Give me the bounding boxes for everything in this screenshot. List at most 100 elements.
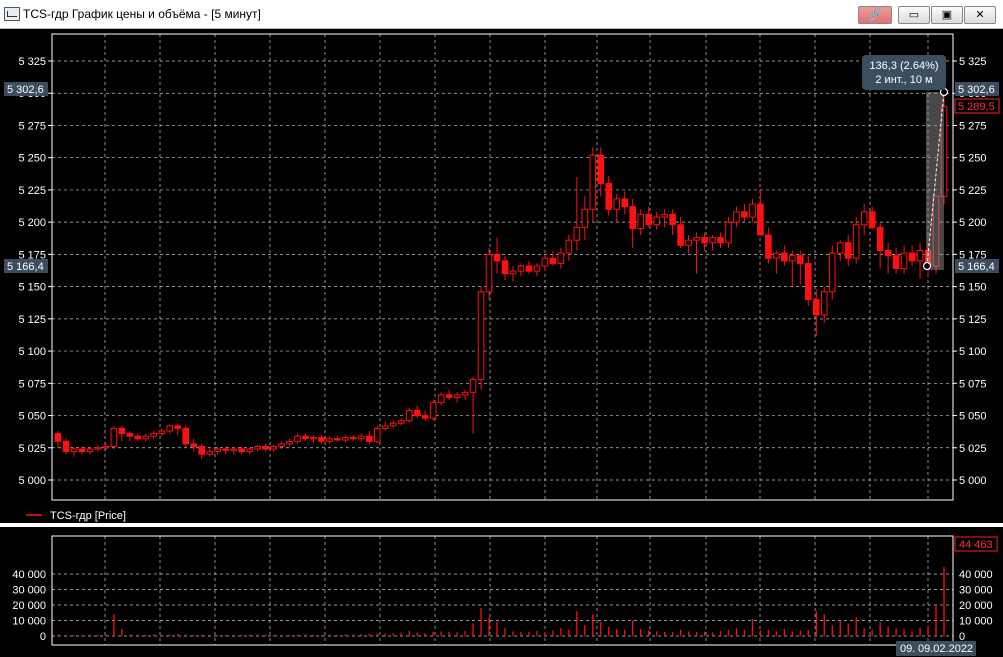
candle-body-up	[565, 239, 573, 254]
candle-body-up	[749, 203, 756, 218]
chart-background	[0, 29, 1003, 657]
candle[interactable]	[62, 438, 70, 455]
candle-body-up	[94, 447, 102, 450]
candle-body-down	[198, 445, 205, 455]
candle[interactable]	[805, 255, 812, 306]
candle-body-down	[366, 435, 373, 442]
price-tick-label: 5 050	[18, 411, 46, 423]
candle-body-up	[860, 211, 868, 226]
candle-body-down	[812, 299, 820, 316]
candle-body-down	[868, 211, 876, 228]
volume-tick-label: 40 000	[12, 569, 46, 581]
candle-body-up	[142, 435, 150, 440]
price-tick-label: 5 025	[18, 443, 46, 455]
candle[interactable]	[828, 245, 836, 300]
measure-tooltip-line1: 136,3 (2.64%)	[869, 60, 938, 72]
price-tick-label: 5 150	[959, 282, 987, 294]
measure-start-point[interactable]	[922, 261, 932, 271]
candle[interactable]	[405, 407, 413, 424]
candle[interactable]	[485, 247, 493, 300]
candle-body-up	[469, 378, 477, 393]
candle-body-down	[445, 394, 453, 398]
candle-body-down	[174, 425, 182, 429]
price-tick-label: 5 075	[18, 378, 46, 390]
candle-body-up	[246, 448, 253, 453]
candle-body-down	[318, 436, 325, 442]
link-button[interactable]: 🔗	[858, 6, 892, 24]
candle-body-down	[876, 226, 884, 252]
candle-body-up	[725, 221, 732, 244]
title-bar: TCS-гдр График цены и объёма - [5 минут]…	[0, 0, 1003, 29]
candle-body-up	[206, 451, 213, 455]
candle-body-up	[637, 213, 644, 230]
volume-tick-label: 10 000	[959, 616, 993, 628]
volume-tick-label: 0	[40, 631, 46, 643]
right-price-tag-low-text: 5 166,4	[958, 261, 995, 273]
candle-body-down	[134, 435, 142, 440]
candle-body-up	[254, 445, 261, 450]
candle-body-up	[573, 226, 581, 241]
candle-body-down	[717, 237, 724, 244]
candle-body-up	[900, 252, 908, 270]
candle-body-up	[693, 237, 700, 241]
price-tick-label: 5 100	[959, 346, 987, 358]
candle-body-up	[509, 270, 517, 275]
candle-body-down	[669, 213, 676, 226]
candle-body-up	[828, 252, 836, 293]
price-tick-label: 5 325	[18, 56, 46, 68]
volume-last-tag-text: 44 463	[959, 539, 993, 551]
price-tick-label: 5 250	[959, 153, 987, 165]
close-button[interactable]: ✕	[964, 6, 996, 24]
candle[interactable]	[373, 425, 381, 444]
candle[interactable]	[110, 425, 118, 450]
candle-body-up	[310, 436, 317, 440]
candle-body-down	[549, 257, 557, 264]
candle-body-up	[557, 252, 565, 264]
price-tick-label: 5 225	[959, 185, 987, 197]
right-price-tag-high-text: 5 302,6	[958, 84, 995, 96]
window-title: TCS-гдр График цены и объёма - [5 минут]	[23, 7, 261, 21]
volume-tick-label: 20 000	[959, 600, 993, 612]
price-tick-label: 5 250	[18, 153, 46, 165]
app-chart-icon	[4, 7, 20, 21]
volume-tick-label: 10 000	[12, 616, 46, 628]
price-tick-label: 5 025	[959, 443, 987, 455]
candle[interactable]	[477, 286, 485, 390]
candle-body-up	[589, 154, 597, 210]
candle-body-up	[373, 427, 381, 442]
candle-body-up	[381, 425, 389, 429]
price-tick-label: 5 125	[18, 314, 46, 326]
volume-tick-label: 20 000	[12, 600, 46, 612]
candle-body-down	[54, 433, 62, 442]
candle-body-down	[238, 448, 245, 453]
minimize-button[interactable]: ▭	[898, 6, 930, 24]
candle-body-up	[389, 422, 397, 427]
candle-body-down	[908, 252, 916, 262]
left-price-tag-high-text: 5 302,6	[7, 84, 44, 96]
candle-body-up	[453, 394, 461, 398]
candle-body-up	[485, 253, 493, 293]
candle-body-up	[661, 213, 668, 218]
price-tick-label: 5 150	[18, 282, 46, 294]
candle-body-up	[517, 265, 525, 272]
price-tick-label: 5 000	[18, 475, 46, 487]
candle-body-up	[214, 448, 221, 453]
candle-body-up	[397, 420, 405, 424]
maximize-button[interactable]: ▣	[931, 6, 963, 24]
candle-body-up	[820, 291, 828, 316]
price-tick-label: 5 225	[18, 185, 46, 197]
candle-body-up	[733, 211, 740, 223]
price-tick-label: 5 100	[18, 346, 46, 358]
candle-body-up	[342, 436, 349, 441]
candle-body-up	[461, 391, 469, 396]
candle[interactable]	[429, 400, 437, 421]
panel-separator[interactable]	[0, 523, 1003, 527]
candle-body-down	[493, 253, 501, 262]
candle-body-down	[621, 198, 629, 208]
candle-body-up	[916, 250, 924, 262]
candle-body-down	[741, 211, 748, 218]
candle-body-up	[709, 237, 716, 244]
candle-body-up	[477, 291, 485, 380]
price-volume-chart[interactable]: 5 0005 0255 0505 0755 1005 1255 1505 175…	[0, 29, 1003, 657]
candle-body-down	[525, 265, 533, 272]
